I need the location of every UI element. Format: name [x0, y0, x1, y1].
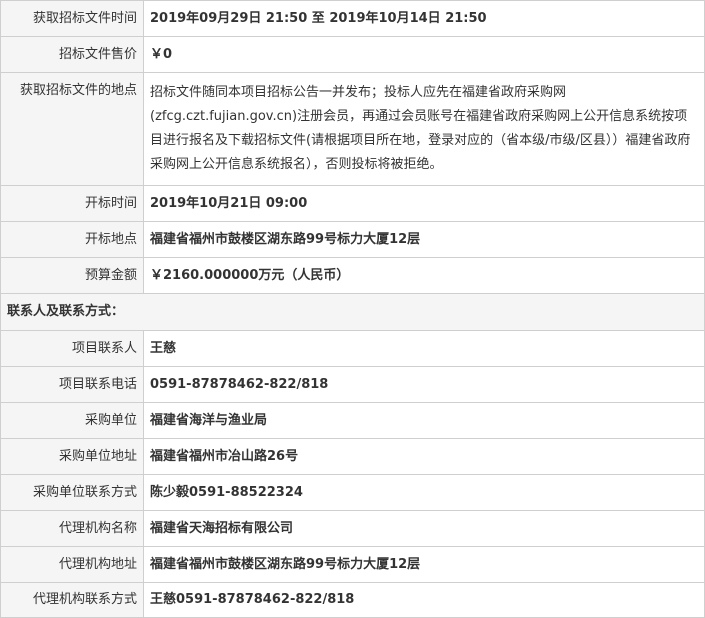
label-agency-name: 代理机构名称: [0, 510, 144, 547]
value-agency-address: 福建省福州市鼓楼区湖东路99号标力大厦12层: [143, 546, 705, 583]
row-bid-doc-price: 招标文件售价 ￥0: [0, 36, 705, 73]
row-purchaser-contact: 采购单位联系方式 陈少毅0591-88522324: [0, 474, 705, 511]
value-purchaser-address: 福建省福州市冶山路26号: [143, 438, 705, 475]
value-project-contact: 王慈: [143, 330, 705, 367]
row-agency-contact: 代理机构联系方式 王慈0591-87878462-822/818: [0, 582, 705, 618]
row-opening-time: 开标时间 2019年10月21日 09:00: [0, 185, 705, 222]
value-project-phone: 0591-87878462-822/818: [143, 366, 705, 403]
label-budget: 预算金额: [0, 257, 144, 294]
label-purchaser: 采购单位: [0, 402, 144, 439]
value-purchaser: 福建省海洋与渔业局: [143, 402, 705, 439]
label-bid-doc-price: 招标文件售价: [0, 36, 144, 73]
label-purchaser-address: 采购单位地址: [0, 438, 144, 475]
row-contact-section: 联系人及联系方式：: [0, 293, 705, 331]
tender-info-table: 获取招标文件时间 2019年09月29日 21:50 至 2019年10月14日…: [0, 0, 705, 618]
label-purchaser-contact: 采购单位联系方式: [0, 474, 144, 511]
label-project-contact: 项目联系人: [0, 330, 144, 367]
value-bid-doc-location: 招标文件随同本项目招标公告一并发布；投标人应先在福建省政府采购网(zfcg.cz…: [143, 72, 705, 186]
value-bid-doc-price: ￥0: [143, 36, 705, 73]
value-bid-doc-time: 2019年09月29日 21:50 至 2019年10月14日 21:50: [143, 0, 705, 37]
row-purchaser-address: 采购单位地址 福建省福州市冶山路26号: [0, 438, 705, 475]
label-project-phone: 项目联系电话: [0, 366, 144, 403]
row-project-contact: 项目联系人 王慈: [0, 330, 705, 367]
label-bid-doc-location: 获取招标文件的地点: [0, 72, 144, 186]
label-opening-time: 开标时间: [0, 185, 144, 222]
row-bid-doc-time: 获取招标文件时间 2019年09月29日 21:50 至 2019年10月14日…: [0, 0, 705, 37]
row-opening-place: 开标地点 福建省福州市鼓楼区湖东路99号标力大厦12层: [0, 221, 705, 258]
label-agency-address: 代理机构地址: [0, 546, 144, 583]
value-purchaser-contact: 陈少毅0591-88522324: [143, 474, 705, 511]
row-budget: 预算金额 ￥2160.000000万元（人民币）: [0, 257, 705, 294]
row-agency-address: 代理机构地址 福建省福州市鼓楼区湖东路99号标力大厦12层: [0, 546, 705, 583]
row-agency-name: 代理机构名称 福建省天海招标有限公司: [0, 510, 705, 547]
contact-section-title: 联系人及联系方式：: [0, 293, 705, 331]
value-budget: ￥2160.000000万元（人民币）: [143, 257, 705, 294]
value-opening-place: 福建省福州市鼓楼区湖东路99号标力大厦12层: [143, 221, 705, 258]
row-project-phone: 项目联系电话 0591-87878462-822/818: [0, 366, 705, 403]
row-bid-doc-location: 获取招标文件的地点 招标文件随同本项目招标公告一并发布；投标人应先在福建省政府采…: [0, 72, 705, 186]
value-agency-contact: 王慈0591-87878462-822/818: [143, 582, 705, 618]
value-agency-name: 福建省天海招标有限公司: [143, 510, 705, 547]
label-agency-contact: 代理机构联系方式: [0, 582, 144, 618]
row-purchaser: 采购单位 福建省海洋与渔业局: [0, 402, 705, 439]
value-opening-time: 2019年10月21日 09:00: [143, 185, 705, 222]
label-bid-doc-time: 获取招标文件时间: [0, 0, 144, 37]
label-opening-place: 开标地点: [0, 221, 144, 258]
